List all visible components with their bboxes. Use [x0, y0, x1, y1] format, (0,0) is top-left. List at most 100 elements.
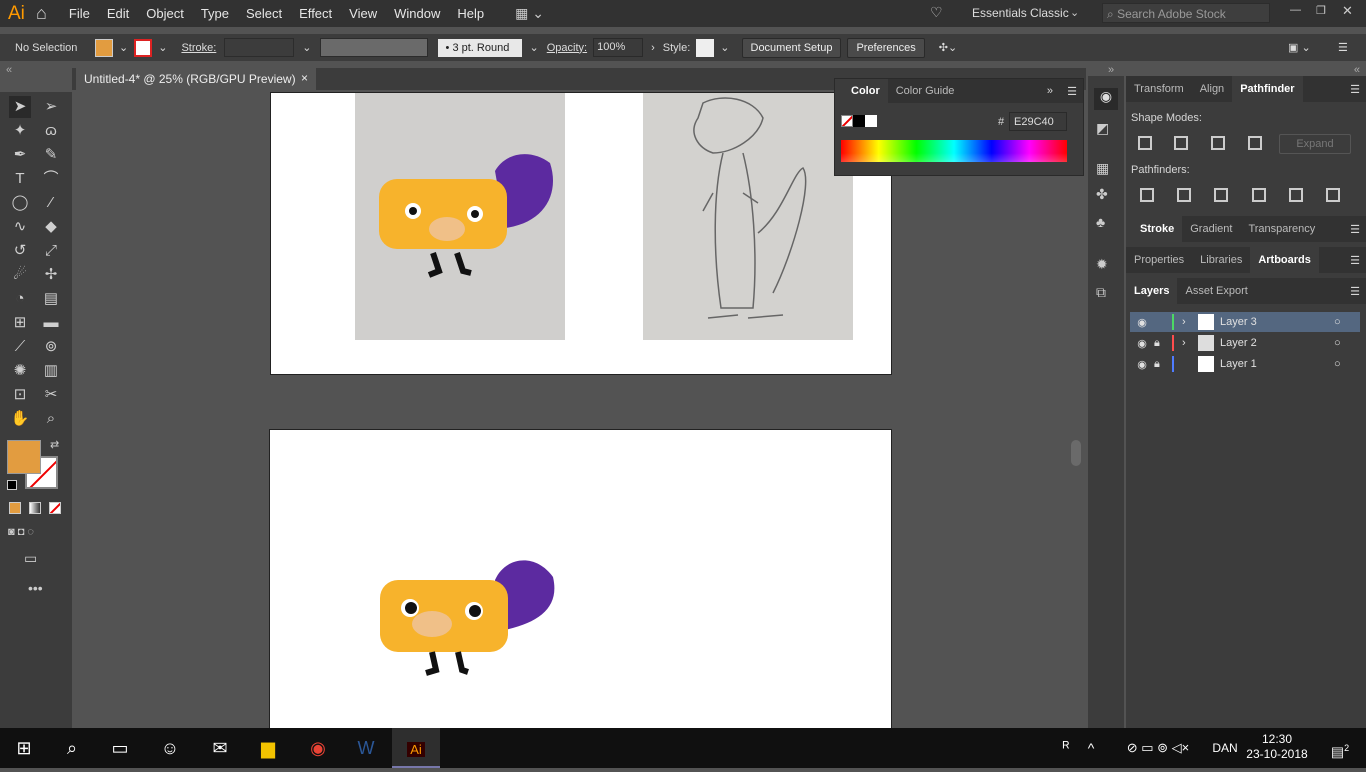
mail-icon[interactable]: ✉ [196, 728, 244, 768]
minus-back-icon[interactable] [1326, 188, 1340, 202]
shaper-tool-icon[interactable]: ∿ [9, 216, 31, 238]
artboard-tool-icon[interactable]: ⊡ [9, 384, 31, 406]
tray-icons[interactable]: ⊘ ▭ ⊚ ◁× [1108, 728, 1208, 768]
scroll-thumb[interactable] [1071, 440, 1081, 466]
screen-mode-icon[interactable]: ▭ [24, 550, 37, 567]
mesh-tool-icon[interactable]: ⊞ [9, 312, 31, 334]
exclude-icon[interactable] [1248, 136, 1262, 150]
color-spectrum[interactable] [841, 140, 1067, 162]
paintbrush-icon[interactable]: ⁄ [40, 192, 62, 214]
chevron-up-icon[interactable]: ^ [1076, 728, 1106, 768]
hamburger-icon[interactable]: ☰ [1067, 85, 1077, 98]
perspective-grid-icon[interactable]: ▤ [40, 288, 62, 310]
clock[interactable]: 12:30 23-10-2018 [1244, 732, 1310, 762]
unite-icon[interactable] [1138, 136, 1152, 150]
panel-menu-icon[interactable]: ▣ ⌄ [1288, 41, 1311, 54]
minimize-button[interactable]: — [1290, 4, 1301, 16]
workspace-switcher[interactable]: Essentials Classic [972, 6, 1069, 20]
hamburger-icon[interactable]: ☰ [1338, 41, 1348, 54]
color-mode-button[interactable] [9, 502, 21, 514]
tab-pathfinder[interactable]: Pathfinder [1232, 76, 1303, 102]
lock-icon[interactable]: 🔒︎ [1154, 337, 1172, 350]
task-view-icon[interactable]: ▭ [96, 728, 144, 768]
tab-properties[interactable]: Properties [1126, 247, 1192, 273]
hand-tool-icon[interactable]: ✋ [9, 408, 31, 430]
pen-tool-icon[interactable]: ✒ [9, 144, 31, 166]
canvas[interactable] [72, 92, 1086, 728]
layer-name[interactable]: Layer 3 [1220, 316, 1320, 328]
panel-expand-icon[interactable]: » [1047, 85, 1053, 97]
outline-icon[interactable] [1289, 188, 1303, 202]
tab-stroke[interactable]: Stroke [1126, 216, 1183, 242]
slice-tool-icon[interactable]: ✂ [40, 384, 62, 406]
eye-icon[interactable]: ◉ [1130, 358, 1154, 371]
menu-object[interactable]: Object [146, 6, 184, 21]
weasel-sketch-photo[interactable] [643, 93, 853, 340]
platypus-photo[interactable] [355, 93, 565, 340]
graph-tool-icon[interactable]: ▥ [40, 360, 62, 382]
layer-name[interactable]: Layer 2 [1220, 337, 1320, 349]
color-panel-icon[interactable]: ◉ [1094, 88, 1118, 110]
type-tool-icon[interactable]: T [9, 168, 31, 190]
artboard-1[interactable] [270, 92, 892, 375]
menu-edit[interactable]: Edit [107, 6, 129, 21]
eyedropper-icon[interactable]: ⟋ [9, 336, 31, 358]
crop-icon[interactable] [1252, 188, 1266, 202]
lightbulb-icon[interactable]: ♡ [930, 4, 943, 21]
target-icon[interactable]: ○ [1334, 358, 1341, 370]
export-icon[interactable]: ⧉ [1096, 284, 1106, 301]
stroke-weight-stepper[interactable] [224, 38, 295, 57]
scale-tool-icon[interactable]: ⤢ [40, 240, 62, 262]
menu-effect[interactable]: Effect [299, 6, 332, 21]
layer-row-2[interactable]: ◉ 🔒︎ › Layer 2 ○ [1130, 333, 1360, 353]
hamburger-icon[interactable]: ☰ [1350, 223, 1360, 236]
home-icon[interactable]: ⌂ [36, 3, 47, 24]
tab-transparency[interactable]: Transparency [1240, 216, 1323, 242]
fill-swatch[interactable] [95, 38, 113, 57]
hamburger-icon[interactable]: ☰ [1350, 83, 1360, 96]
gradient-mode-button[interactable] [29, 502, 41, 514]
chevron-down-icon[interactable]: ⌄ [530, 41, 539, 54]
magic-wand-icon[interactable]: ✦ [9, 120, 31, 142]
chevron-down-icon[interactable]: ⌄ [119, 41, 128, 54]
fill-color-box[interactable] [7, 440, 41, 474]
intersect-icon[interactable] [1211, 136, 1225, 150]
blend-tool-icon[interactable]: ⊚ [40, 336, 62, 358]
target-icon[interactable]: ○ [1334, 316, 1341, 328]
menu-file[interactable]: File [69, 6, 90, 21]
file-explorer-icon[interactable]: ▆ [244, 728, 292, 768]
default-colors-icon[interactable] [7, 480, 17, 490]
swap-colors-icon[interactable]: ⇄ [50, 438, 59, 451]
layer-row-3[interactable]: ◉ › Layer 3 ○ [1130, 312, 1360, 332]
close-tab-icon[interactable]: × [301, 71, 308, 85]
preferences-button[interactable]: Preferences [847, 37, 925, 58]
gradient-tool-icon[interactable]: ▬ [40, 312, 62, 334]
tab-asset-export[interactable]: Asset Export [1177, 278, 1255, 304]
lasso-icon[interactable]: ɷ [40, 120, 62, 142]
vertical-scrollbar[interactable] [1067, 92, 1085, 728]
tab-align[interactable]: Align [1192, 76, 1232, 102]
direct-selection-tool-icon[interactable]: ➢ [40, 96, 62, 118]
language-indicator[interactable]: DAN [1210, 728, 1240, 768]
variable-width-profile[interactable] [319, 38, 428, 57]
divide-icon[interactable] [1140, 188, 1154, 202]
none-mode-button[interactable] [49, 502, 61, 514]
document-setup-button[interactable]: Document Setup [741, 37, 842, 58]
chevron-right-icon[interactable]: › [1182, 337, 1198, 349]
style-swatch[interactable] [696, 38, 715, 57]
expand-button[interactable]: Expand [1279, 134, 1351, 154]
menu-type[interactable]: Type [201, 6, 229, 21]
minus-front-icon[interactable] [1174, 136, 1188, 150]
chevron-down-icon[interactable]: ⌄ [720, 41, 729, 54]
zoom-tool-icon[interactable]: ⌕ [40, 408, 62, 430]
chevron-down-icon[interactable]: ⌄ [302, 41, 311, 54]
line-tool-icon[interactable]: ⌒ [40, 168, 62, 190]
eye-icon[interactable]: ◉ [1130, 316, 1154, 329]
more-tools-icon[interactable]: ••• [28, 580, 43, 596]
eraser-icon[interactable]: ◆ [40, 216, 62, 238]
swatches-icon[interactable]: ▦ [1096, 160, 1109, 177]
tab-artboards[interactable]: Artboards [1250, 247, 1319, 273]
opacity-field[interactable]: 100% [593, 38, 644, 57]
selection-tool-icon[interactable]: ➤ [9, 96, 31, 118]
collapse-panels-icon[interactable]: » [1108, 64, 1114, 76]
